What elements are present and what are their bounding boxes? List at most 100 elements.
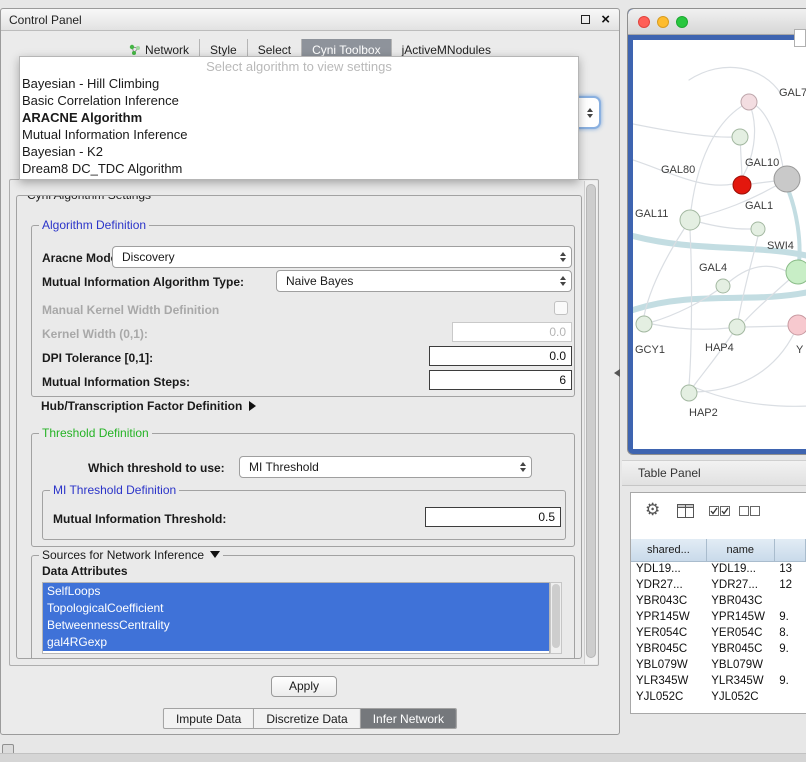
attribute-item[interactable]: BetweennessCentrality: [43, 617, 549, 634]
which-threshold-value: MI Threshold: [249, 460, 319, 474]
table-row[interactable]: YBR043CYBR043C: [631, 593, 806, 609]
tab-discretize-data[interactable]: Discretize Data: [253, 709, 359, 728]
table-row[interactable]: YDL19...YDL19...13: [631, 561, 806, 577]
table-row[interactable]: YDR27...YDR27...12: [631, 577, 806, 593]
node-label: GCY1: [635, 344, 665, 356]
hub-definition-label: Hub/Transcription Factor Definition: [41, 399, 242, 413]
zoom-traffic-light[interactable]: [676, 16, 688, 28]
tab-impute-data[interactable]: Impute Data: [164, 709, 253, 728]
data-attributes-label: Data Attributes: [42, 564, 128, 578]
attribute-item[interactable]: SelfLoops: [43, 583, 549, 600]
network-window-titlebar: [628, 9, 806, 35]
node-label: GAL10: [745, 157, 779, 169]
settings-scrollpane: Cyni Algorithm Settings Algorithm Defini…: [9, 179, 599, 666]
kernel-width-input[interactable]: [452, 322, 572, 342]
mi-threshold-input[interactable]: [425, 507, 561, 527]
sources-expander[interactable]: Sources for Network Inference: [39, 548, 223, 562]
algorithm-placeholder: Select algorithm to view settings: [20, 58, 578, 75]
network-node-GCY1[interactable]: [636, 316, 652, 332]
tab-label: Select: [258, 43, 291, 57]
attribute-item[interactable]: TopologicalCoefficient: [43, 600, 549, 617]
sources-group: Sources for Network Inference Data Attri…: [31, 555, 575, 659]
network-node-HAP4[interactable]: [729, 319, 745, 335]
which-threshold-select[interactable]: MI Threshold: [239, 456, 532, 478]
algorithm-option[interactable]: Bayesian - Hill Climbing: [20, 75, 578, 92]
threshold-definition-group: Threshold Definition Which threshold to …: [31, 433, 575, 547]
deselect-all-icon[interactable]: [739, 506, 760, 516]
control-panel-title: Control Panel: [9, 13, 82, 27]
mi-steps-input[interactable]: [429, 370, 572, 390]
collapse-down-icon: [210, 551, 220, 558]
scrollbar-thumb[interactable]: [586, 184, 596, 658]
table-row[interactable]: YER054CYER054C8.: [631, 625, 806, 641]
cyni-algorithm-settings-group: Cyni Algorithm Settings Algorithm Defini…: [16, 195, 582, 659]
network-node-node-a[interactable]: [732, 129, 748, 145]
network-node-HAP2[interactable]: [681, 385, 697, 401]
column-header[interactable]: [774, 539, 805, 561]
mi-steps-label: Mutual Information Steps:: [42, 374, 190, 390]
tab-infer-network[interactable]: Infer Network: [360, 709, 456, 728]
table-row[interactable]: YBL079WYBL079W: [631, 657, 806, 673]
column-selector-icon[interactable]: [677, 504, 694, 518]
network-edge: [745, 326, 790, 327]
tab-label: Style: [210, 43, 237, 57]
network-node-node-pink[interactable]: [788, 315, 806, 335]
aracne-mode-value: Discovery: [122, 250, 175, 264]
attributes-list-scrollbar[interactable]: [550, 582, 562, 654]
network-graph: GAL7GAL80GAL10GAL11GAL1SWI4GAL4GCY1HAP4Y…: [633, 40, 806, 449]
network-edge: [693, 327, 737, 387]
network-edge: [729, 266, 788, 282]
aracne-mode-label: Aracne Mode:: [42, 250, 121, 266]
table-body: YDL19...YDL19...13YDR27...YDR27...12YBR0…: [631, 561, 806, 705]
algorithm-option[interactable]: Mutual Information Inference: [20, 126, 578, 143]
algorithm-option[interactable]: Bayesian - K2: [20, 143, 578, 160]
select-all-icon[interactable]: [709, 506, 730, 516]
splitter-collapse-arrow[interactable]: [614, 369, 620, 377]
table-toolbar: ⚙: [631, 493, 806, 531]
network-node-GAL7[interactable]: [741, 94, 757, 110]
algorithm-list: Bayesian - Hill ClimbingBasic Correlatio…: [20, 75, 578, 177]
close-icon[interactable]: ×: [601, 11, 610, 29]
settings-gear-icon[interactable]: ⚙: [645, 500, 660, 520]
manual-kernel-checkbox[interactable]: [554, 301, 568, 315]
table-row[interactable]: YLR345WYLR345W9.: [631, 673, 806, 689]
expand-right-icon: [249, 401, 256, 411]
settings-scrollbar[interactable]: [584, 181, 597, 664]
stepper-icon: [560, 276, 566, 286]
network-node-GAL1[interactable]: [751, 222, 765, 236]
cyni-bottom-tabs: Impute Data Discretize Data Infer Networ…: [163, 708, 457, 729]
network-edge: [699, 222, 751, 229]
algorithm-option[interactable]: ARACNE Algorithm: [20, 109, 578, 126]
network-node-GAL11[interactable]: [680, 210, 700, 230]
column-header[interactable]: shared...: [631, 539, 706, 561]
hub-definition-expander[interactable]: Hub/Transcription Factor Definition: [41, 399, 256, 417]
table-row[interactable]: YBR045CYBR045C9.: [631, 641, 806, 657]
table-header-row: shared...name: [631, 539, 806, 561]
column-header[interactable]: name: [706, 539, 774, 561]
control-panel-titlebar: Control Panel ×: [1, 9, 619, 31]
algorithm-option[interactable]: Dream8 DC_TDC Algorithm: [20, 160, 578, 177]
network-node-SWI4[interactable]: [786, 260, 806, 284]
mi-algorithm-type-select[interactable]: Naive Bayes: [276, 270, 572, 292]
network-node-GAL4[interactable]: [716, 279, 730, 293]
dpi-tolerance-label: DPI Tolerance [0,1]:: [42, 350, 153, 366]
aracne-mode-select[interactable]: Discovery: [112, 246, 572, 268]
minimize-traffic-light[interactable]: [657, 16, 669, 28]
node-label: HAP2: [689, 407, 718, 419]
attribute-item[interactable]: gal4RGexp: [43, 634, 549, 651]
network-node-GAL10[interactable]: [733, 176, 751, 194]
scrollbar-thumb[interactable]: [552, 584, 560, 648]
network-scrollbar[interactable]: [794, 29, 806, 47]
dpi-tolerance-input[interactable]: [429, 346, 572, 366]
network-view[interactable]: GAL7GAL80GAL10GAL11GAL1SWI4GAL4GCY1HAP4Y…: [633, 40, 806, 449]
float-window-icon[interactable]: [581, 15, 590, 24]
close-traffic-light[interactable]: [638, 16, 650, 28]
algorithm-option[interactable]: Basic Correlation Inference: [20, 92, 578, 109]
table-row[interactable]: YPR145WYPR145W9.: [631, 609, 806, 625]
network-node-hub-gray[interactable]: [774, 166, 800, 192]
table-panel-header: Table Panel: [622, 460, 806, 486]
sources-title: Sources for Network Inference: [42, 548, 204, 562]
table-row[interactable]: YJL052CYJL052C: [631, 689, 806, 705]
apply-button[interactable]: Apply: [271, 676, 337, 697]
network-edge: [695, 325, 798, 392]
